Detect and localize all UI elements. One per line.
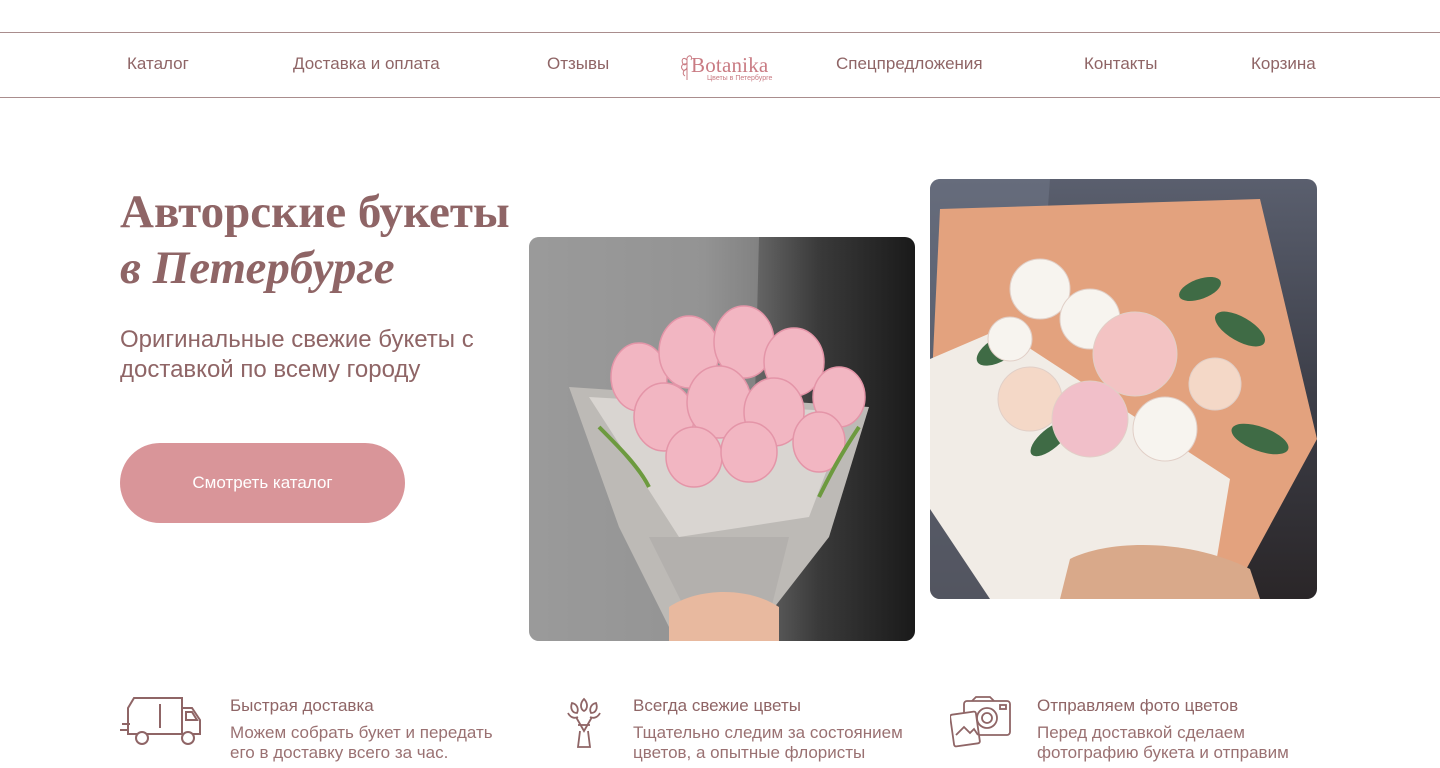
hero-title-line2: в Петербурге — [120, 242, 395, 294]
tulip-bouquet-photo — [529, 237, 915, 641]
logo-tagline: Цветы в Петербурге — [707, 75, 773, 82]
rose-bouquet-illustration — [930, 179, 1317, 599]
hero-title: Авторские букеты в Петербурге — [120, 184, 510, 296]
header-top-divider — [0, 32, 1440, 33]
feature-title-photo: Отправляем фото цветов — [1037, 696, 1239, 715]
nav-contacts[interactable]: Контакты — [1084, 54, 1157, 74]
feature-text-photo: Перед доставкой сделаем фотографию букет… — [1037, 723, 1289, 762]
nav-cart[interactable]: Корзина — [1251, 54, 1316, 74]
bouquet-icon — [567, 697, 601, 748]
feature-title-delivery: Быстрая доставка — [230, 696, 374, 715]
photo-camera-icon — [950, 696, 1011, 748]
feature-title-fresh: Всегда свежие цветы — [633, 696, 801, 715]
rose-bouquet-photo — [930, 179, 1317, 599]
hero-subtitle: Оригинальные свежие букеты с доставкой п… — [120, 326, 474, 383]
feature-text-fresh: Тщательно следим за состоянием цветов, а… — [633, 723, 903, 762]
delivery-truck-icon — [120, 697, 201, 745]
nav-delivery[interactable]: Доставка и оплата — [293, 54, 440, 74]
view-catalog-button[interactable]: Смотреть каталог — [120, 443, 405, 523]
hero-title-line1: Авторские букеты — [120, 186, 510, 238]
logo[interactable]: Botanika Цветы в Петербурге — [677, 50, 781, 86]
tulip-bouquet-illustration — [529, 237, 869, 641]
feature-text-delivery: Можем собрать букет и передать его в дос… — [230, 723, 493, 762]
nav-offers[interactable]: Спецпредложения — [836, 54, 983, 74]
header-bottom-divider — [0, 97, 1440, 98]
nav-catalog[interactable]: Каталог — [127, 54, 189, 74]
nav-reviews[interactable]: Отзывы — [547, 54, 609, 74]
